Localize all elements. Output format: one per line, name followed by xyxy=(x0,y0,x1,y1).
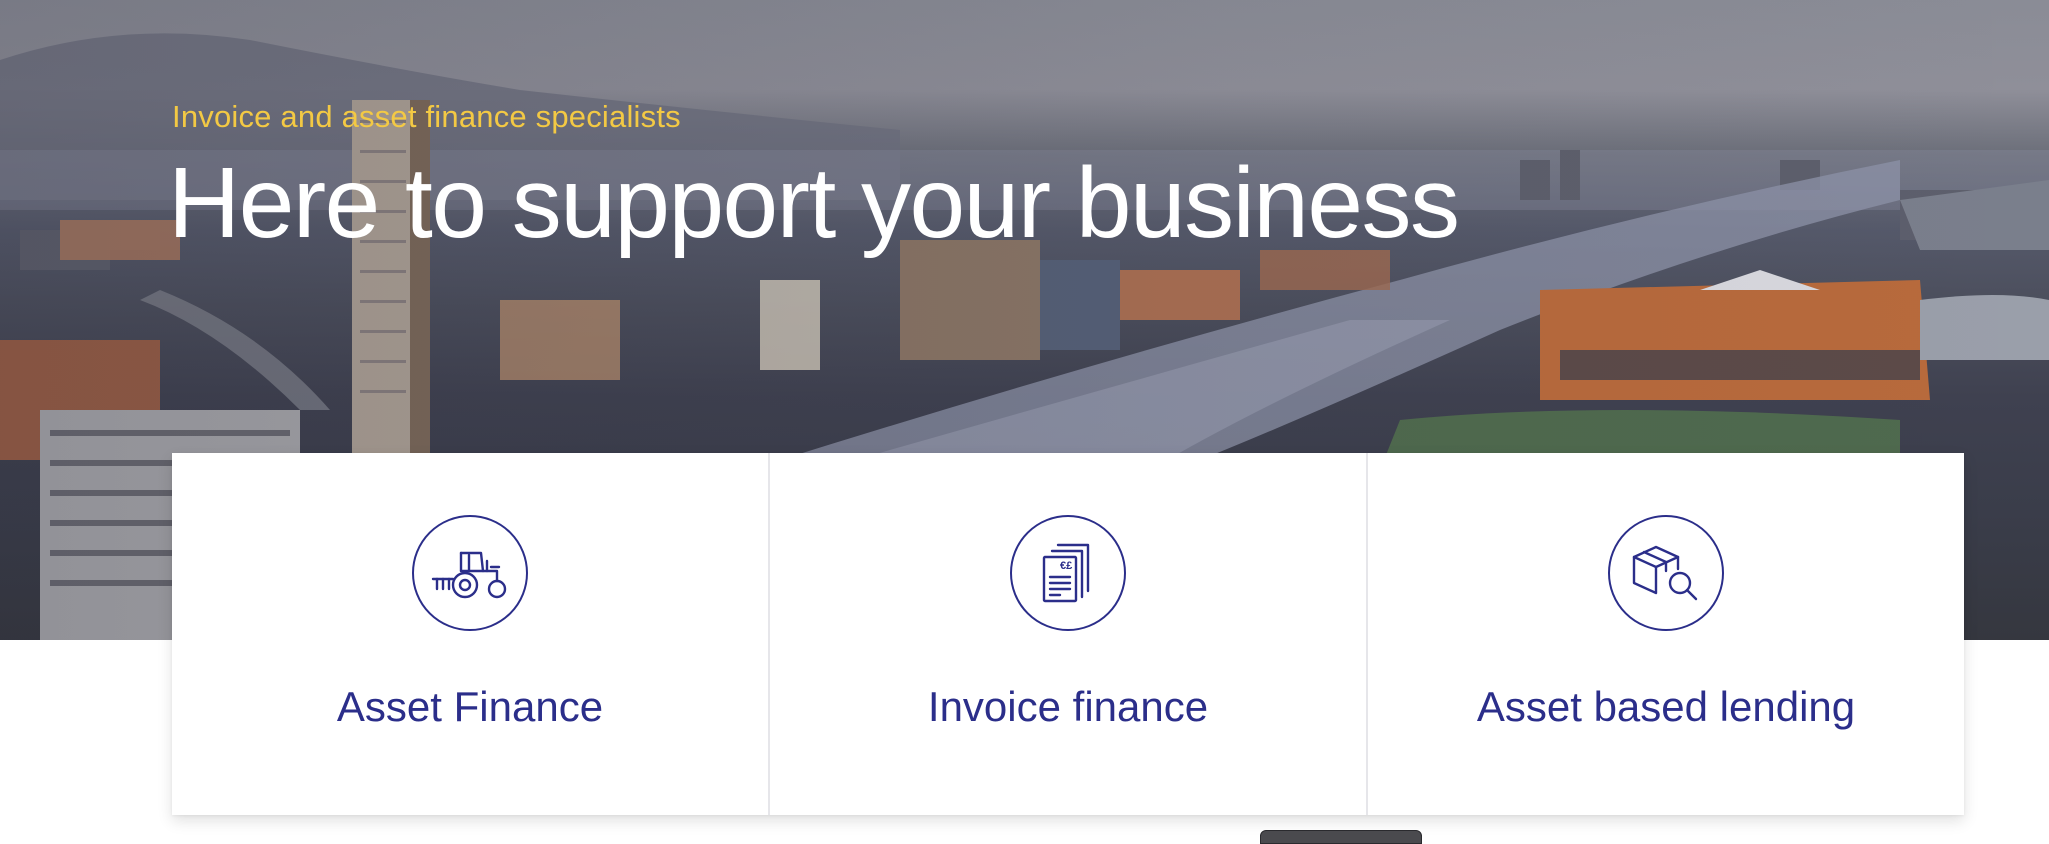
card-invoice-finance[interactable]: €£ Invoice finance xyxy=(770,453,1368,815)
box-search-icon xyxy=(1608,515,1724,631)
hero-headline: Here to support your business xyxy=(168,147,1460,259)
card-asset-finance[interactable]: Asset Finance xyxy=(172,453,770,815)
invoice-documents-icon: €£ xyxy=(1010,515,1126,631)
floating-tab[interactable] xyxy=(1260,830,1422,844)
card-label: Asset Finance xyxy=(336,683,604,730)
tractor-icon xyxy=(412,515,528,631)
card-label: Asset based lending xyxy=(1476,683,1856,730)
card-asset-based-lending[interactable]: Asset based lending xyxy=(1368,453,1964,815)
svg-text:€£: €£ xyxy=(1060,560,1072,572)
card-label: Invoice finance xyxy=(927,683,1209,730)
hero-eyebrow: Invoice and asset finance specialists xyxy=(172,99,681,134)
services-cards: Asset Finance €£ Invoice finance Asset b… xyxy=(172,453,1964,815)
